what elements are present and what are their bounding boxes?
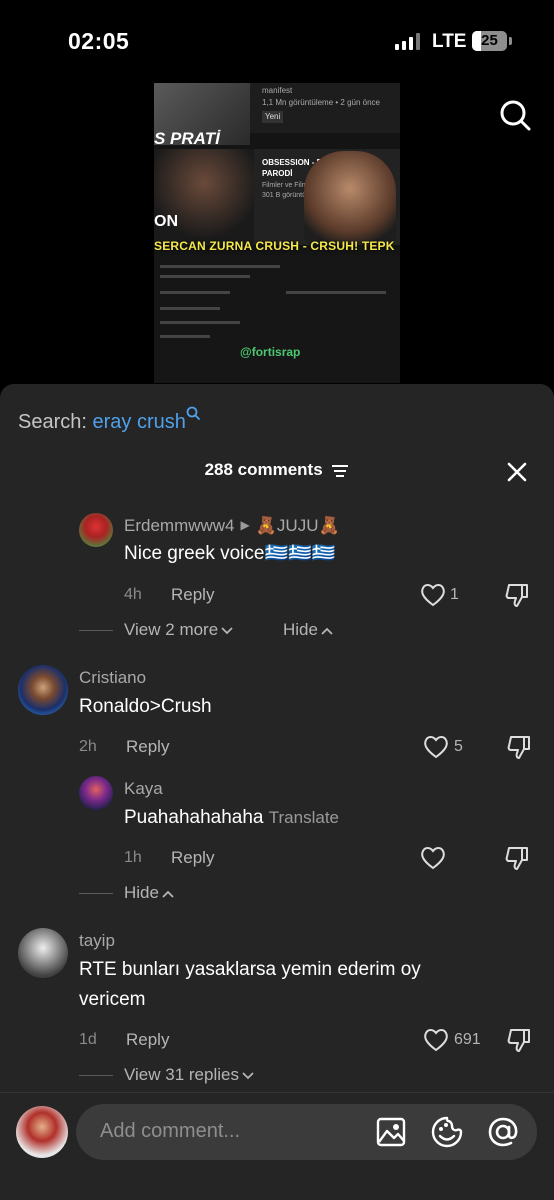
comment-time: 1d [79,1031,97,1048]
reply-arrow-icon: ▶ [240,518,250,532]
comment-input[interactable]: Add comment... [76,1104,537,1160]
comment-text: RTE bunları yasaklarsa yemin ederim oy v… [79,959,421,1010]
dislike-icon[interactable] [505,845,531,871]
comments-count: 288 comments [204,460,323,479]
comment-text: Ronaldo>Crush [79,696,212,717]
avatar[interactable] [18,665,68,715]
dislike-icon[interactable] [507,1027,533,1053]
thread-line [79,1075,113,1076]
dislike-icon[interactable] [507,734,533,760]
signal-icon [395,33,421,50]
video-channel: manifest [262,86,293,95]
reply-to-name: 🧸JUJU🧸 [255,516,340,535]
battery-nub [509,37,512,45]
translate-link[interactable]: Translate [269,808,339,827]
view-replies[interactable]: View 31 replies [124,1065,255,1085]
avatar[interactable] [18,928,68,978]
video-meta: manifest 1,1 Mn görüntüleme • 2 gün önce… [262,85,380,123]
battery-icon: 25 [472,31,507,51]
hide-replies[interactable]: Hide [283,620,334,640]
close-icon[interactable] [505,460,529,484]
mention-icon[interactable] [486,1115,520,1149]
image-icon[interactable] [374,1115,408,1149]
chevron-up-icon [162,890,174,898]
comments-header: 288 comments [0,460,554,480]
user-avatar[interactable] [16,1106,68,1158]
search-label: Search: [18,411,87,433]
like-count: 691 [454,1031,481,1048]
video-preview[interactable]: manifest 1,1 Mn görüntüleme • 2 gün önce… [154,83,400,383]
avatar[interactable] [79,513,113,547]
like-count: 1 [450,586,459,603]
reply-button[interactable]: Reply [171,848,214,868]
reply-button[interactable]: Reply [171,585,214,605]
video-streamer-face [304,151,396,245]
search-small-icon [186,406,200,420]
video-watermark: @fortisrap [240,345,301,359]
video-views: 1,1 Mn görüntüleme • 2 gün önce [262,98,380,107]
reply-button[interactable]: Reply [126,737,169,757]
comment-author[interactable]: Kaya [124,779,163,799]
view-more-replies[interactable]: View 2 more [124,620,234,640]
status-bar: 02:05 LTE 25 [0,0,554,84]
sticker-icon[interactable] [430,1115,464,1149]
heart-icon[interactable] [420,583,446,607]
chevron-up-icon [321,627,333,635]
comment-author[interactable]: Cristiano [79,668,146,688]
battery-level: 25 [481,32,498,49]
chevron-down-icon [242,1071,254,1079]
comment-time: 1h [124,849,142,866]
chevron-down-icon [221,626,233,634]
video-new-badge: Yeni [262,111,284,123]
network-label: LTE [432,31,467,52]
avatar[interactable] [79,776,113,810]
video-banner: SERCAN ZURNA CRUSH - CRSUH! TEPK [154,239,395,253]
search-term[interactable]: eray crush [93,411,186,433]
comment-placeholder: Add comment... [100,1120,241,1142]
comment-text: Puahahahahaha Translate [124,807,339,828]
comment-time: 2h [79,738,97,755]
search-suggestion[interactable]: Search: eray crush [18,406,200,434]
heart-icon[interactable] [420,846,446,870]
comment-time: 4h [124,586,142,603]
like-count: 5 [454,738,463,755]
thread-line [79,630,113,631]
status-time: 02:05 [68,28,130,54]
filter-icon[interactable] [331,464,349,478]
video-screen [154,255,400,383]
comment-author[interactable]: tayip [79,931,115,951]
thread-line [79,893,113,894]
comment-author[interactable]: Erdemmwww4 ▶ 🧸JUJU🧸 [124,516,340,536]
video-on-text: ON [154,213,178,230]
hide-replies[interactable]: Hide [124,883,175,903]
dislike-icon[interactable] [505,582,531,608]
reply-button[interactable]: Reply [126,1030,169,1050]
heart-icon[interactable] [423,735,449,759]
video-pratik-text: S PRATİ [154,129,220,148]
search-icon[interactable] [498,98,532,132]
heart-icon[interactable] [423,1028,449,1052]
comment-text: Nice greek voice🇬🇷🇬🇷🇬🇷 [124,543,336,564]
